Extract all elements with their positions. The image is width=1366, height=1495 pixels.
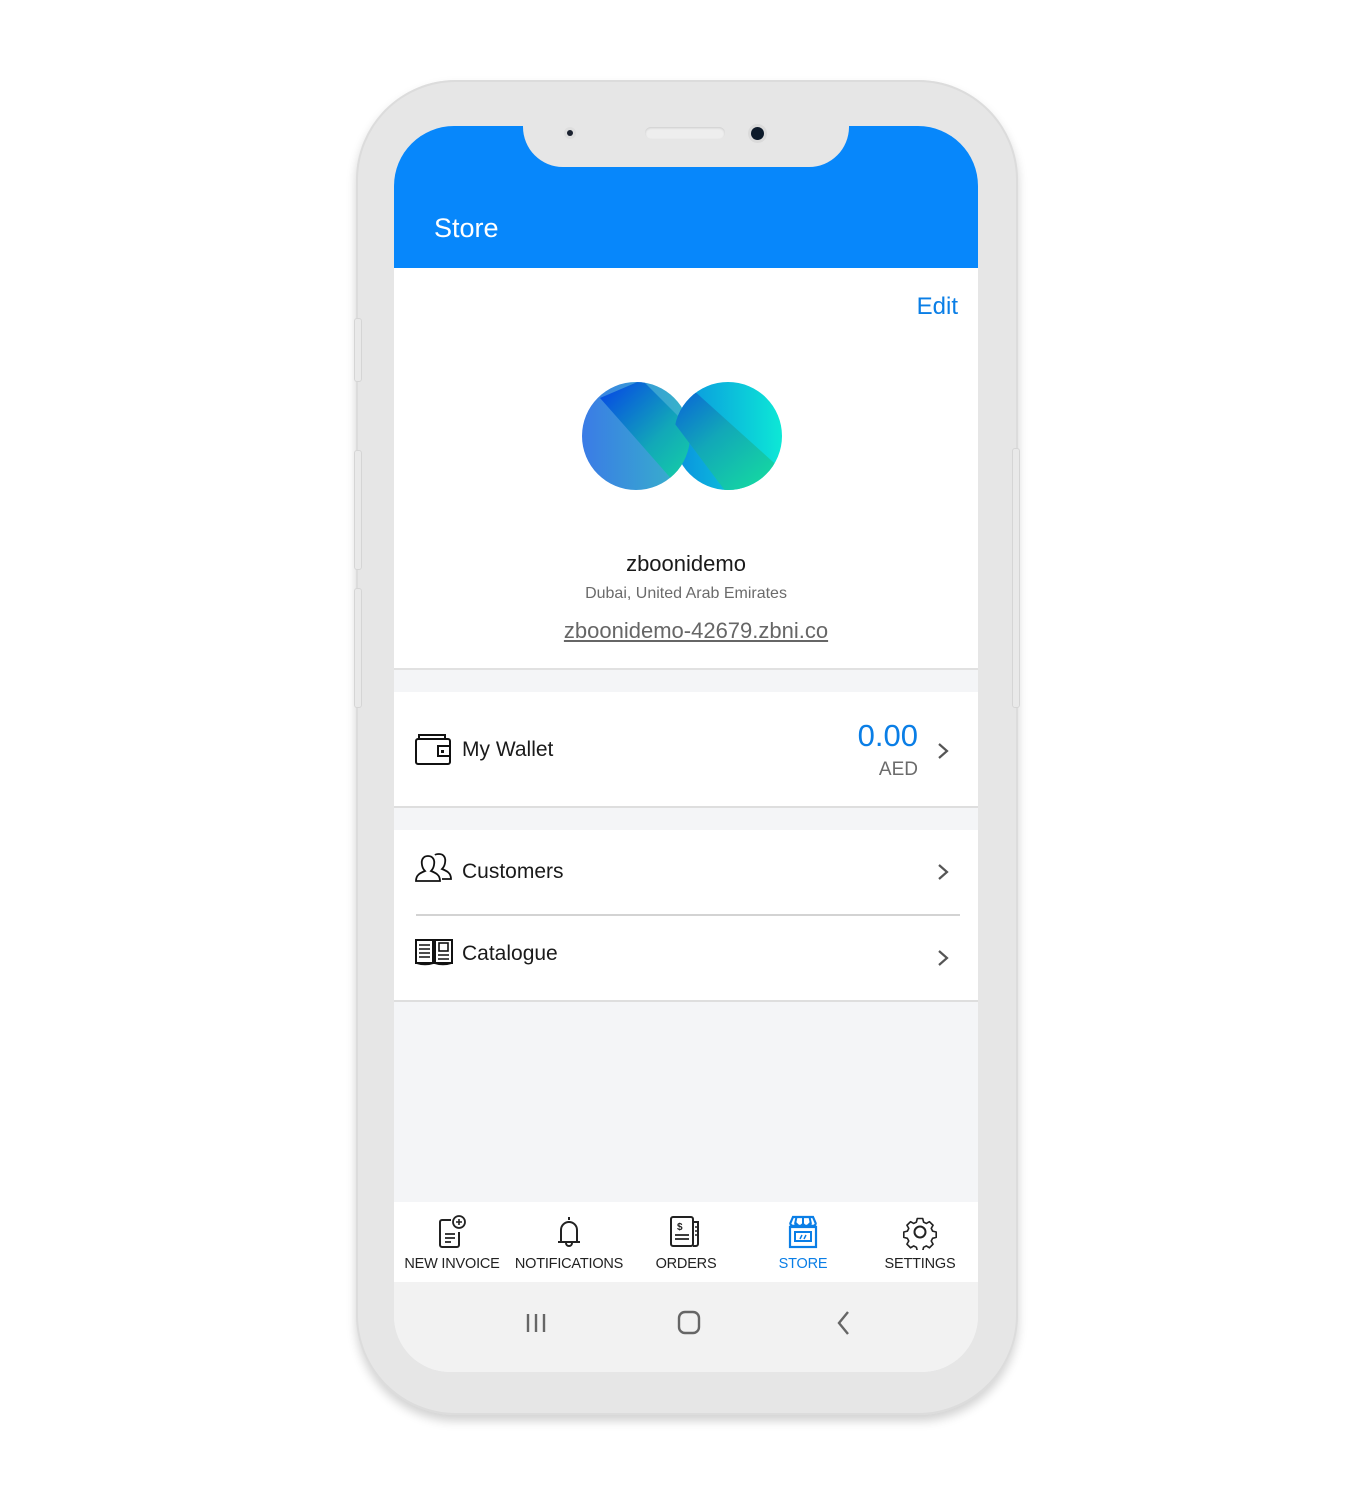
catalogue-icon [415, 939, 453, 966]
bottom-tab-bar: NEW INVOICE NOTIFICATIONS $ ORDERS STORE… [394, 1202, 978, 1282]
tab-store[interactable]: STORE [745, 1202, 861, 1282]
tab-label: STORE [778, 1256, 828, 1272]
chevron-right-icon [938, 743, 949, 759]
earpiece-speaker [645, 127, 725, 139]
phone-power-button [1012, 448, 1020, 708]
tab-new-invoice[interactable]: NEW INVOICE [394, 1202, 510, 1282]
chevron-right-icon [938, 864, 949, 880]
sensor-dot [567, 130, 573, 136]
tab-label: ORDERS [655, 1256, 717, 1272]
infinity-logo-icon [582, 382, 782, 490]
orders-icon: $ [670, 1216, 699, 1247]
wallet-amount: 0.00 [857, 718, 918, 753]
phone-volume-up-button [354, 450, 362, 570]
tab-label: SETTINGS [884, 1256, 956, 1272]
tab-notifications[interactable]: NOTIFICATIONS [511, 1202, 627, 1282]
phone-side-button [354, 318, 362, 382]
store-url-link[interactable]: zboonidemo-42679.zbni.co [404, 618, 978, 644]
home-icon[interactable] [669, 1306, 709, 1340]
wallet-label: My Wallet [462, 738, 554, 761]
chevron-right-icon [938, 950, 949, 966]
my-wallet-row[interactable]: My Wallet 0.00 AED [394, 706, 978, 796]
new-invoice-icon [439, 1215, 466, 1248]
gear-icon [902, 1217, 938, 1250]
menu-item-customers[interactable]: Customers [394, 830, 978, 914]
system-navigation-bar [394, 1282, 978, 1372]
svg-text:$: $ [677, 1222, 683, 1233]
customers-icon [415, 853, 452, 882]
menu-item-catalogue[interactable]: Catalogue [394, 916, 978, 1000]
edit-button[interactable]: Edit [917, 293, 958, 321]
store-icon [788, 1215, 818, 1249]
store-location: Dubai, United Arab Emirates [585, 585, 787, 602]
front-camera [751, 127, 764, 140]
recent-apps-icon[interactable] [516, 1306, 556, 1340]
app-screen: Store Edit zboonidemo Dubai, United Arab… [394, 126, 978, 1372]
tab-settings[interactable]: SETTINGS [862, 1202, 978, 1282]
tab-label: NOTIFICATIONS [514, 1256, 624, 1272]
store-menu-card: Customers Catalogue [394, 830, 978, 1002]
back-icon[interactable] [824, 1306, 864, 1340]
store-name: zboonidemo [626, 551, 746, 576]
phone-notch [523, 110, 849, 167]
wallet-currency: AED [878, 759, 918, 780]
tab-orders[interactable]: $ ORDERS [628, 1202, 744, 1282]
menu-item-label: Catalogue [462, 942, 558, 965]
store-profile-card: Edit zboonidemo Dubai, United Arab Emira… [394, 268, 978, 670]
wallet-card: My Wallet 0.00 AED [394, 692, 978, 808]
phone-volume-down-button [354, 588, 362, 708]
page-title: Store [434, 213, 499, 243]
menu-item-label: Customers [462, 860, 564, 883]
bell-icon [558, 1217, 580, 1247]
wallet-icon [415, 734, 451, 765]
